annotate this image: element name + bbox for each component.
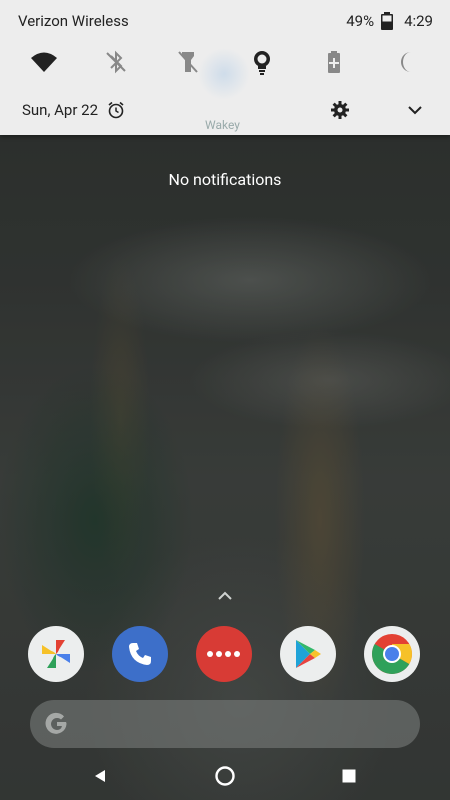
back-button[interactable] — [86, 762, 114, 790]
photos-pinwheel-icon — [42, 640, 70, 668]
chevron-up-icon[interactable] — [214, 589, 236, 603]
bluetooth-off-icon — [106, 50, 126, 74]
google-search-bar[interactable] — [30, 700, 420, 748]
battery-percentage: 49% — [346, 12, 375, 30]
recents-square-icon — [342, 769, 356, 783]
status-indicators: 49% 4:29 — [346, 12, 433, 30]
chrome-app[interactable] — [364, 626, 420, 682]
date-label[interactable]: Sun, Apr 22 — [22, 101, 98, 119]
messages-dots-icon — [207, 651, 240, 657]
night-mode-icon — [401, 52, 411, 72]
clock: 4:29 — [404, 12, 433, 30]
home-button[interactable] — [211, 762, 239, 790]
phone-app[interactable] — [112, 626, 168, 682]
no-notifications-text: No notifications — [168, 170, 282, 189]
play-store-app[interactable] — [280, 626, 336, 682]
messages-app[interactable] — [196, 626, 252, 682]
battery-saver-tile[interactable] — [316, 44, 352, 80]
flashlight-off-icon — [178, 51, 198, 73]
battery-saver-icon — [328, 51, 340, 73]
recents-button[interactable] — [335, 762, 363, 790]
alarm-icon[interactable] — [107, 101, 125, 119]
chrome-icon — [372, 634, 412, 674]
play-store-icon — [296, 640, 321, 668]
bluetooth-tile[interactable] — [98, 44, 134, 80]
photos-app[interactable] — [28, 626, 84, 682]
home-circle-icon — [215, 766, 235, 786]
app-dock — [0, 626, 450, 684]
phone-handset-icon — [129, 643, 151, 665]
flashlight-tile[interactable] — [170, 44, 206, 80]
lightbulb-icon — [254, 51, 270, 75]
chevron-down-icon[interactable] — [405, 100, 425, 120]
back-triangle-icon — [95, 770, 105, 782]
wifi-tile[interactable] — [26, 44, 62, 80]
caffeine-tile[interactable] — [244, 44, 280, 80]
night-mode-tile[interactable] — [390, 44, 426, 80]
background-ghost-label: Wakey — [205, 118, 240, 132]
wifi-icon — [31, 52, 57, 72]
settings-gear-icon[interactable] — [330, 100, 350, 120]
quick-settings-panel[interactable]: Verizon Wireless 49% 4:29 Wakey Sun, Apr… — [0, 0, 450, 135]
navigation-bar — [0, 752, 450, 800]
battery-icon — [381, 12, 394, 30]
carrier-name: Verizon Wireless — [18, 12, 129, 30]
google-g-icon — [45, 712, 67, 734]
quick-settings-tiles — [0, 44, 450, 80]
status-bar: Verizon Wireless 49% 4:29 — [0, 0, 450, 44]
